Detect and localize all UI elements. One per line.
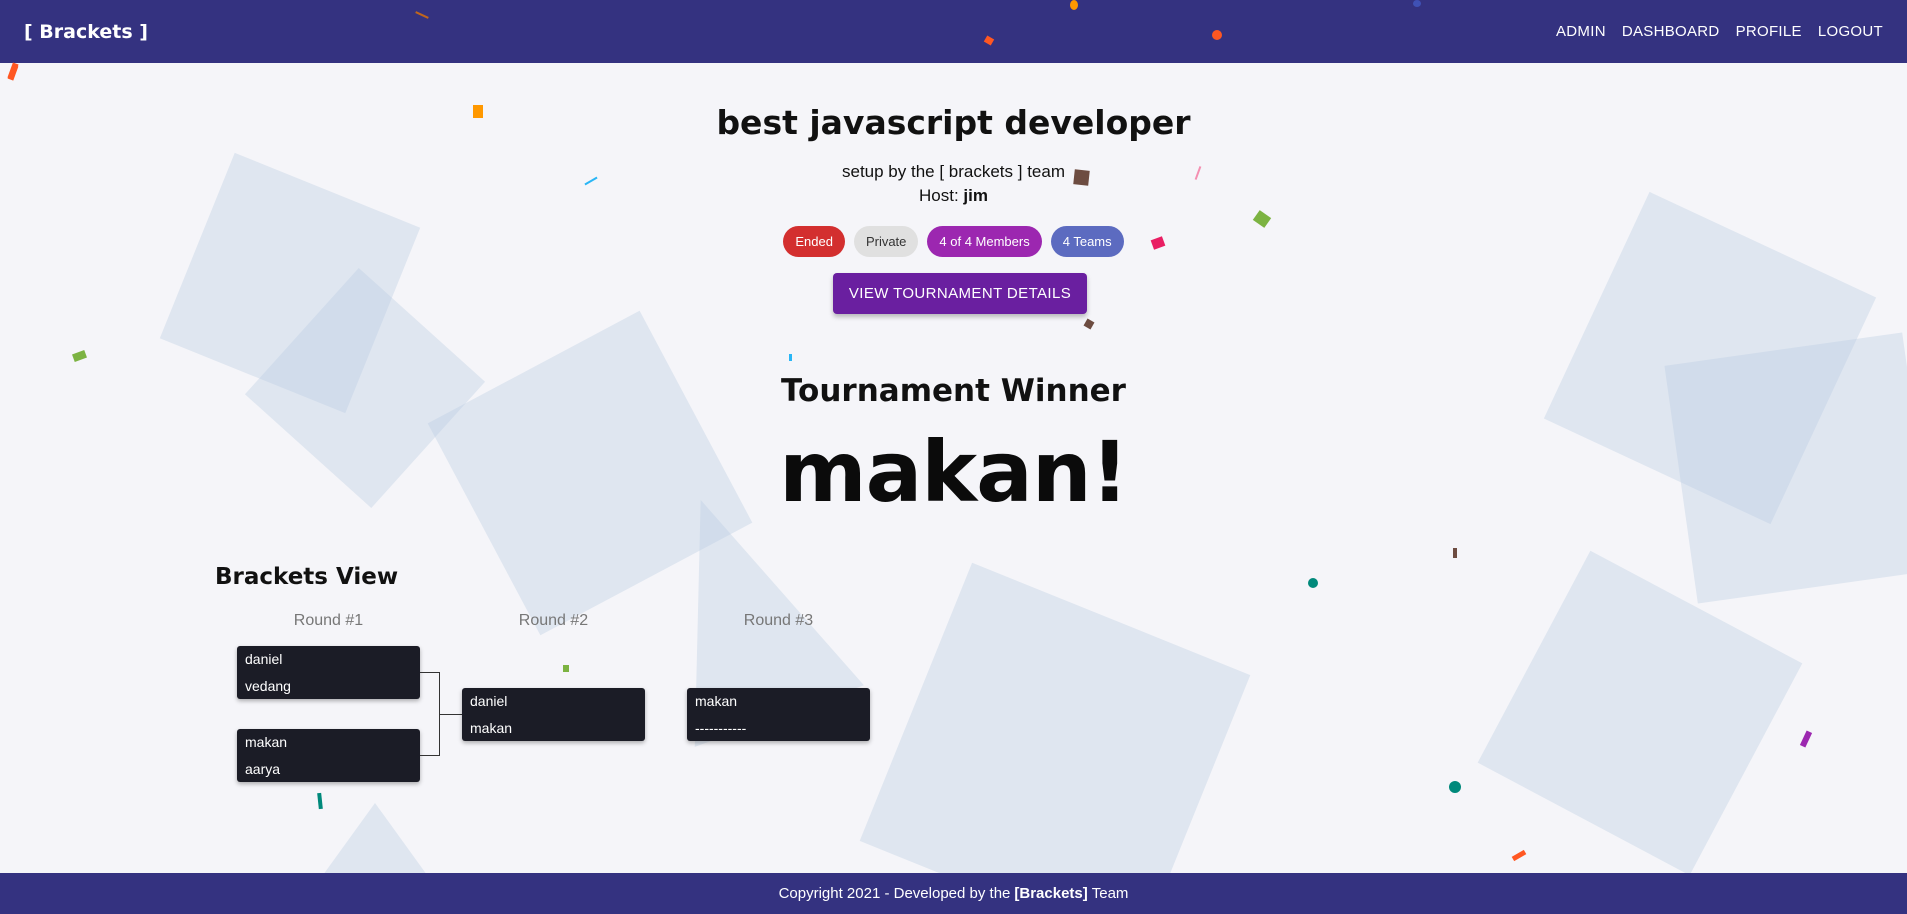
main-content: best javascript developer setup by the […: [0, 63, 1907, 873]
host-name: jim: [963, 186, 988, 205]
match-card[interactable]: makan -----------: [687, 688, 870, 741]
nav-link-admin[interactable]: ADMIN: [1548, 15, 1614, 48]
members-chip: 4 of 4 Members: [927, 226, 1042, 257]
footer: Copyright 2021 - Developed by the [Brack…: [0, 873, 1907, 914]
match-team: makan: [695, 693, 738, 709]
view-tournament-details-button[interactable]: VIEW TOURNAMENT DETAILS: [833, 273, 1087, 314]
confetti-piece: [1413, 0, 1421, 7]
match-card[interactable]: daniel makan: [462, 688, 645, 741]
brand-logo-link[interactable]: [ Brackets ]: [24, 21, 148, 43]
winner-label: Tournament Winner: [781, 373, 1126, 409]
nav-links: ADMIN DASHBOARD PROFILE LOGOUT: [1548, 15, 1891, 48]
match-team: daniel: [470, 693, 508, 709]
match-team: aarya: [245, 760, 281, 777]
footer-brand: [Brackets]: [1014, 885, 1088, 902]
footer-prefix: Copyright 2021 - Developed by the: [778, 885, 1011, 902]
top-navbar: [ Brackets ] ADMIN DASHBOARD PROFILE LOG…: [0, 0, 1907, 63]
tournament-subtitle: setup by the [ brackets ] team: [841, 162, 1065, 181]
footer-suffix: Team: [1091, 885, 1129, 902]
nav-link-profile[interactable]: PROFILE: [1728, 15, 1810, 48]
winner-name: makan!: [779, 423, 1129, 521]
tournament-title: best javascript developer: [716, 103, 1191, 142]
match-team: daniel: [245, 651, 283, 667]
tournament-host: Host: jim: [0, 186, 1907, 206]
confetti-piece: [1212, 30, 1222, 40]
confetti-piece: [1070, 0, 1078, 10]
match-team: -----------: [695, 719, 747, 736]
status-chip: Ended: [783, 226, 845, 257]
match-card[interactable]: makan aarya: [237, 729, 420, 782]
match-team: makan: [470, 719, 513, 736]
host-label: Host:: [919, 186, 959, 205]
tournament-chips: Ended Private 4 of 4 Members 4 Teams: [0, 226, 1907, 257]
bracket-connector: [440, 714, 462, 715]
round-label: Round #2: [518, 612, 589, 629]
nav-link-dashboard[interactable]: DASHBOARD: [1614, 15, 1728, 48]
brackets-view-title: Brackets View: [215, 564, 399, 590]
bracket-connector: [420, 672, 440, 756]
match-team: makan: [245, 734, 288, 750]
teams-chip: 4 Teams: [1050, 226, 1124, 257]
round-label: Round #1: [293, 612, 364, 629]
nav-link-logout[interactable]: LOGOUT: [1810, 15, 1891, 48]
round-label: Round #3: [743, 612, 814, 629]
visibility-chip: Private: [853, 226, 919, 257]
match-card[interactable]: daniel vedang: [237, 646, 420, 699]
match-team: vedang: [245, 677, 291, 694]
